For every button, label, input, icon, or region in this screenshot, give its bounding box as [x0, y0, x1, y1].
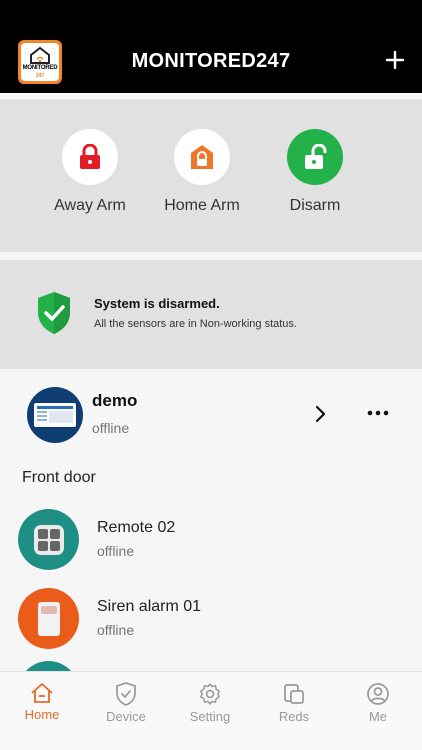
home-arm-circle[interactable] — [174, 129, 230, 185]
home-icon — [31, 683, 53, 703]
device-row-remote[interactable]: Remote 02 offline — [0, 509, 422, 579]
tab-reds[interactable]: Reds — [252, 682, 336, 724]
shield-icon — [116, 682, 136, 706]
arm-mode-panel: Away Arm Home Arm Disarm — [0, 99, 422, 252]
logo-text: MONITORED — [22, 65, 58, 71]
hub-name: demo — [92, 391, 138, 410]
hub-status: offline — [92, 420, 130, 436]
device-row-partial[interactable] — [0, 661, 422, 671]
more-icon[interactable] — [367, 409, 389, 417]
gear-icon — [200, 683, 220, 705]
hub-avatar — [27, 387, 83, 443]
tab-label: Reds — [278, 709, 310, 724]
device-status: offline — [97, 622, 135, 638]
siren-icon — [37, 601, 60, 636]
tab-device[interactable]: Device — [84, 682, 168, 724]
hub-screen-icon — [34, 403, 76, 427]
tab-home[interactable]: Home — [0, 682, 84, 722]
tab-label: Setting — [189, 709, 231, 724]
home-arm-button[interactable]: Home Arm — [147, 129, 257, 215]
siren-avatar — [18, 588, 79, 649]
device-status: offline — [97, 543, 135, 559]
app-header: MONITORED 247 MONITORED247 — [0, 0, 422, 93]
device-row-siren[interactable]: Siren alarm 01 offline — [0, 588, 422, 658]
home-arm-label: Home Arm — [164, 197, 240, 214]
disarm-button[interactable]: Disarm — [260, 129, 370, 215]
system-status-panel: System is disarmed. All the sensors are … — [0, 260, 422, 369]
shield-check-icon — [38, 292, 70, 334]
records-icon — [284, 684, 304, 704]
tab-setting[interactable]: Setting — [168, 682, 252, 724]
disarm-label: Disarm — [289, 197, 341, 214]
user-icon — [367, 683, 389, 705]
tab-label: Device — [106, 709, 146, 724]
disarm-circle[interactable] — [287, 129, 343, 185]
device-name: Siren alarm 01 — [97, 598, 202, 615]
partial-avatar — [18, 661, 79, 671]
add-icon[interactable] — [384, 49, 406, 71]
tab-label: Me — [368, 709, 388, 724]
lock-open-icon — [305, 144, 327, 169]
bottom-tab-bar: Home Device Setting Reds Me — [0, 671, 422, 750]
tab-label: Home — [24, 707, 60, 722]
app-logo: MONITORED 247 — [18, 40, 62, 84]
chevron-right-icon[interactable] — [313, 404, 329, 424]
away-arm-button[interactable]: Away Arm — [35, 129, 145, 215]
remote-icon — [33, 524, 64, 555]
page-title: MONITORED247 — [131, 50, 291, 72]
group-label: Front door — [22, 469, 96, 486]
device-name: Remote 02 — [97, 519, 176, 536]
device-list: demo offline Front door Remote 02 offlin… — [0, 369, 422, 671]
status-title: System is disarmed. — [94, 296, 220, 311]
logo-sub-text: 247 — [35, 73, 45, 79]
away-arm-label: Away Arm — [54, 197, 126, 214]
away-arm-circle[interactable] — [62, 129, 118, 185]
house-wifi-icon — [30, 46, 50, 64]
lock-closed-icon — [80, 144, 100, 169]
home-lock-icon — [191, 145, 213, 169]
status-subtitle: All the sensors are in Non-working statu… — [94, 318, 297, 330]
remote-avatar — [18, 509, 79, 570]
tab-me[interactable]: Me — [336, 682, 420, 724]
